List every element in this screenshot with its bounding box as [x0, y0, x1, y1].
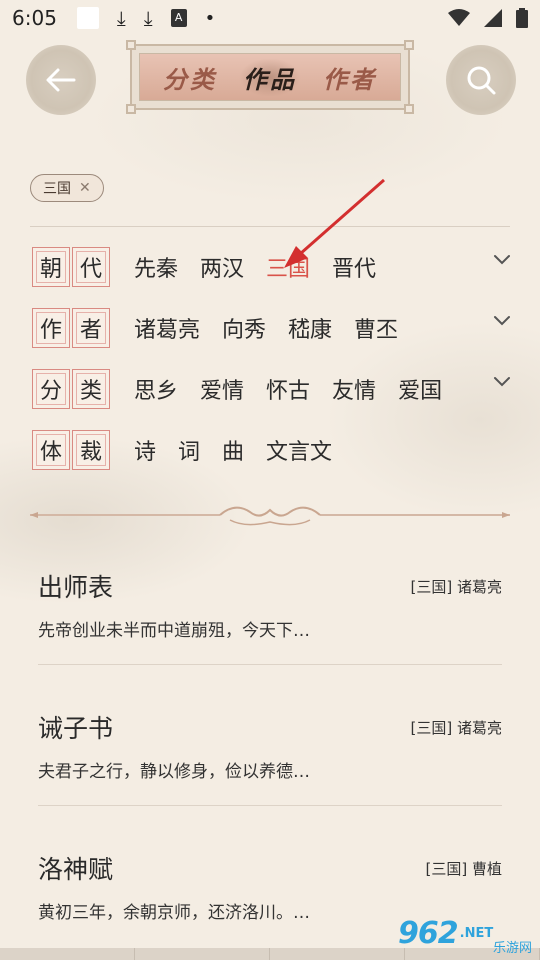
filter-label-author: 作 者 — [32, 308, 110, 348]
filter-option[interactable]: 曲 — [222, 434, 244, 466]
work-meta: [三国] 曹植 — [425, 860, 502, 878]
filter-options: 诗 词 曲 文言文 — [134, 434, 332, 466]
arrow-left-icon — [46, 68, 76, 92]
filter-option[interactable]: 向秀 — [222, 312, 266, 344]
filter-label-genre: 体 裁 — [32, 430, 110, 470]
filter-option[interactable]: 先秦 — [134, 251, 178, 283]
frame-corner — [126, 104, 136, 114]
tab-works[interactable]: 作品 — [239, 57, 301, 97]
watermark-suffix: .NET — [459, 925, 494, 941]
filter-option[interactable]: 嵇康 — [288, 312, 332, 344]
status-bar: 6:05 ⤓ ⤓ A • — [0, 0, 540, 36]
work-list-item[interactable]: 出师表 [三国] 诸葛亮 先帝创业未半而中道崩殂，今天下… — [38, 568, 502, 708]
filter-label-dynasty: 朝 代 — [32, 247, 110, 287]
filter-options: 先秦 两汉 三国 晋代 — [134, 251, 376, 283]
work-excerpt: 黄初三年，余朝京师，还济洛川。… — [38, 903, 310, 923]
work-meta: [三国] 诸葛亮 — [410, 578, 502, 596]
filter-option[interactable]: 词 — [178, 434, 200, 466]
divider — [38, 805, 502, 806]
work-title: 诫子书 — [38, 714, 114, 743]
frame-corner — [126, 40, 136, 50]
filter-option[interactable]: 思乡 — [134, 373, 178, 405]
work-list-item[interactable]: 诫子书 [三国] 诸葛亮 夫君子之行，静以修身，俭以养德… — [38, 709, 502, 849]
chevron-down-icon[interactable] — [492, 372, 512, 392]
filter-option[interactable]: 友情 — [332, 373, 376, 405]
tab-authors[interactable]: 作者 — [319, 58, 381, 97]
app-notification-icon: A — [170, 9, 187, 27]
filter-options: 思乡 爱情 怀古 友情 爱国 — [134, 373, 442, 405]
close-icon[interactable]: ✕ — [79, 180, 91, 196]
download-icon-2: ⤓ — [143, 6, 153, 30]
ornament-divider — [30, 506, 510, 526]
selected-filter-label: 三国 — [43, 181, 71, 197]
filter-option[interactable]: 诗 — [134, 434, 156, 466]
watermark-number: 962 — [398, 915, 459, 951]
search-button[interactable] — [446, 45, 516, 115]
filter-option[interactable]: 怀古 — [266, 373, 310, 405]
more-notifications-dot-icon: • — [204, 7, 216, 29]
filter-row-author: 作 者 诸葛亮 向秀 嵇康 曹丕 — [32, 307, 512, 349]
work-meta: [三国] 诸葛亮 — [410, 719, 502, 737]
tab-list: 分类 作品 作者 — [139, 53, 401, 101]
work-title: 洛神赋 — [38, 855, 114, 884]
work-excerpt: 夫君子之行，静以修身，俭以养德… — [38, 762, 310, 782]
label-char: 类 — [72, 369, 110, 409]
filter-option[interactable]: 爱情 — [200, 373, 244, 405]
label-char: 裁 — [72, 430, 110, 470]
watermark-logo: 962 .NET 乐游网 — [398, 908, 538, 958]
label-char: 代 — [72, 247, 110, 287]
filter-option[interactable]: 诸葛亮 — [134, 312, 200, 344]
bottom-strip-cell — [270, 948, 405, 960]
bottom-strip-cell — [0, 948, 135, 960]
label-char: 体 — [32, 430, 70, 470]
filter-row-category: 分 类 思乡 爱情 怀古 友情 爱国 — [32, 368, 512, 410]
filter-options: 诸葛亮 向秀 嵇康 曹丕 — [134, 312, 398, 344]
filter-option[interactable]: 文言文 — [266, 434, 332, 466]
signal-icon — [484, 9, 502, 27]
notification-icons: ⤓ ⤓ A • — [76, 6, 216, 30]
battery-icon — [516, 8, 528, 28]
download-icon: ⤓ — [116, 6, 126, 30]
label-char: 朝 — [32, 247, 70, 287]
filter-option[interactable]: 晋代 — [332, 251, 376, 283]
filter-option[interactable]: 爱国 — [398, 373, 442, 405]
filter-option[interactable]: 曹丕 — [354, 312, 398, 344]
filter-row-genre: 体 裁 诗 词 曲 文言文 — [32, 429, 512, 471]
bottom-strip-cell — [135, 948, 270, 960]
label-char: 者 — [72, 308, 110, 348]
divider — [30, 226, 510, 227]
notification-square-icon — [76, 7, 99, 29]
filter-option[interactable]: 两汉 — [200, 251, 244, 283]
frame-corner — [404, 40, 414, 50]
watermark-sub: 乐游网 — [492, 941, 532, 956]
wifi-icon — [448, 9, 470, 26]
frame-corner — [404, 104, 414, 114]
label-char: 作 — [32, 308, 70, 348]
system-icons — [448, 8, 528, 28]
chevron-down-icon[interactable] — [492, 250, 512, 270]
filter-option-selected[interactable]: 三国 — [266, 251, 310, 283]
filter-label-category: 分 类 — [32, 369, 110, 409]
chevron-down-icon[interactable] — [492, 311, 512, 331]
back-button[interactable] — [26, 45, 96, 115]
tab-category[interactable]: 分类 — [159, 58, 221, 97]
search-icon — [467, 66, 496, 95]
filter-row-dynasty: 朝 代 先秦 两汉 三国 晋代 — [32, 246, 512, 288]
work-excerpt: 先帝创业未半而中道崩殂，今天下… — [38, 621, 310, 641]
selected-filter-chip[interactable]: 三国 ✕ — [30, 174, 104, 202]
status-time: 6:05 — [12, 6, 57, 30]
label-char: 分 — [32, 369, 70, 409]
work-title: 出师表 — [38, 573, 114, 602]
divider — [38, 664, 502, 665]
category-tab-bar: 分类 作品 作者 — [126, 40, 414, 114]
